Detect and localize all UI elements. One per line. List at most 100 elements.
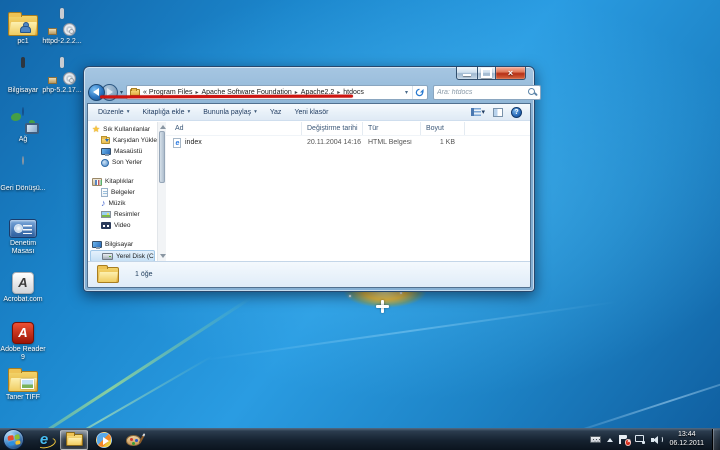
acrobat-icon — [12, 272, 34, 294]
sidebar-item-downloads[interactable]: Karşıdan Yüklem — [90, 135, 157, 146]
installer-icon — [48, 59, 76, 85]
scroll-down-icon[interactable] — [160, 254, 166, 258]
minimize-button[interactable] — [456, 67, 478, 80]
navigation-pane: ★ Sık Kullanılanlar Karşıdan Yüklem Masa… — [88, 122, 157, 261]
taskbar-paint-button[interactable] — [120, 430, 148, 450]
burn-button[interactable]: Yaz — [270, 109, 282, 116]
organize-button[interactable]: Düzenle▾ — [98, 109, 129, 116]
close-button[interactable]: × — [496, 67, 526, 80]
desktop-icon-httpd-installer[interactable]: httpd-2.2.2... — [39, 8, 85, 46]
column-header-name[interactable]: Ad — [166, 122, 302, 135]
clock-time: 13:44 — [669, 431, 704, 440]
item-count-label: 1 öğe — [135, 271, 153, 278]
mouse-cursor — [376, 300, 389, 313]
file-row-index[interactable]: index 20.11.2004 14:16 HTML Belgesi 1 KB — [166, 136, 530, 149]
folder-content: ★ Sık Kullanılanlar Karşıdan Yüklem Masa… — [88, 122, 530, 261]
network-icon — [8, 108, 38, 134]
taskbar-explorer-button[interactable] — [60, 430, 88, 450]
sidebar-item-pictures[interactable]: Resimler — [90, 209, 157, 220]
start-button[interactable] — [3, 429, 24, 450]
file-list: Ad Değiştirme tarihi Tür Boyut index 20.… — [166, 122, 530, 261]
recent-places-icon — [101, 159, 109, 167]
dropdown-caret-icon: ▾ — [254, 109, 257, 115]
hard-disk-icon — [102, 253, 113, 260]
sidebar-item-documents[interactable]: Belgeler — [90, 187, 157, 198]
internet-explorer-icon: e — [40, 433, 48, 447]
search-input[interactable] — [437, 89, 528, 96]
search-icon[interactable] — [528, 88, 537, 97]
paint-icon — [126, 433, 143, 446]
address-dropdown-icon[interactable]: ▾ — [405, 89, 408, 96]
column-header-type[interactable]: Tür — [363, 122, 421, 135]
preview-pane-button[interactable] — [493, 108, 503, 117]
sidebar-item-recent-places[interactable]: Son Yerler — [90, 157, 157, 168]
dropdown-caret-icon: ▾ — [481, 108, 485, 116]
music-note-icon: ♪ — [101, 199, 106, 208]
sidebar-group-libraries[interactable]: Kitaplıklar — [90, 176, 157, 187]
views-button[interactable]: ▾ — [471, 108, 485, 116]
computer-icon — [92, 241, 102, 248]
desktop-icon-control-panel[interactable]: Denetim Masası — [0, 210, 46, 256]
network-status-icon[interactable] — [635, 435, 645, 444]
desktop: pc1 httpd-2.2.2... Bilgisayar php-5.2.17… — [0, 0, 720, 450]
desktop-icon-adobe-reader[interactable]: Adobe Reader 9 — [0, 316, 46, 362]
sidebar-item-local-disk-c[interactable]: Yerel Disk (C:) — [90, 250, 155, 261]
media-player-icon — [96, 432, 112, 448]
refresh-icon — [415, 88, 424, 97]
desktop-icon-network[interactable]: Ağ — [0, 106, 46, 144]
sidebar-group-computer[interactable]: Bilgisayar — [90, 239, 157, 250]
volume-icon[interactable] — [651, 435, 663, 445]
search-box[interactable] — [433, 85, 541, 100]
html-file-icon — [173, 138, 181, 148]
libraries-icon — [92, 178, 102, 186]
navigation-bar: ▾ « Program Files ▸ Apache Software Foun… — [88, 82, 530, 102]
folder-icon — [97, 267, 119, 283]
documents-icon — [101, 188, 108, 197]
dropdown-caret-icon: ▾ — [127, 109, 130, 115]
show-desktop-button[interactable] — [712, 429, 720, 450]
column-header-size[interactable]: Boyut — [421, 122, 465, 135]
share-with-button[interactable]: Bununla paylaş▾ — [203, 109, 257, 116]
add-to-library-button[interactable]: Kitaplığa ekle▾ — [142, 109, 190, 116]
sidebar-scrollbar[interactable] — [157, 122, 166, 261]
new-folder-button[interactable]: Yeni klasör — [294, 109, 328, 116]
wallpaper-sparkle — [400, 292, 402, 294]
column-header-date-modified[interactable]: Değiştirme tarihi — [302, 122, 363, 135]
taskbar-clock[interactable]: 13:44 06.12.2011 — [669, 431, 704, 448]
sidebar-item-music[interactable]: ♪ Müzik — [90, 198, 157, 209]
details-pane: 1 öğe — [88, 261, 530, 287]
shared-folder-icon — [8, 15, 38, 36]
pictures-icon — [101, 211, 111, 218]
help-button[interactable]: ? — [511, 107, 522, 118]
action-center-flag-icon[interactable] — [619, 435, 629, 445]
photo-icon — [21, 379, 34, 389]
sidebar-item-video[interactable]: Video — [90, 220, 157, 231]
control-panel-icon — [9, 219, 37, 238]
video-icon — [101, 222, 111, 229]
windows-logo-icon — [7, 434, 20, 446]
desktop-icon-php-installer[interactable]: php-5.2.17... — [39, 57, 85, 95]
desktop-icon-taner-tiff[interactable]: Taner TIFF — [0, 364, 46, 402]
dropdown-caret-icon: ▾ — [187, 109, 190, 115]
sidebar-item-desktop[interactable]: Masaüstü — [90, 146, 157, 157]
recycle-bin-icon — [12, 157, 34, 183]
desktop-icon — [101, 148, 111, 155]
installer-icon — [48, 10, 76, 36]
taskbar: e 13:44 06.12.2011 — [0, 428, 720, 450]
views-icon — [471, 108, 481, 116]
refresh-button[interactable] — [412, 86, 425, 99]
sidebar-group-favorites[interactable]: ★ Sık Kullanılanlar — [90, 124, 157, 135]
caption-buttons: × — [456, 67, 526, 80]
scroll-up-icon[interactable] — [160, 125, 166, 129]
desktop-icon-acrobat[interactable]: Acrobat.com — [0, 266, 46, 304]
taskbar-internet-explorer-button[interactable]: e — [30, 430, 58, 450]
show-hidden-icons-button[interactable] — [607, 438, 613, 442]
image-folder-icon — [8, 371, 38, 392]
downloads-folder-icon — [101, 137, 110, 144]
taskbar-media-player-button[interactable] — [90, 430, 118, 450]
scrollbar-thumb[interactable] — [159, 131, 165, 183]
desktop-icon-recycle-bin[interactable]: Geri Dönüşü... — [0, 155, 46, 193]
maximize-button[interactable] — [478, 67, 496, 80]
command-toolbar: Düzenle▾ Kitaplığa ekle▾ Bununla paylaş▾… — [88, 104, 530, 121]
language-keyboard-icon[interactable] — [590, 436, 601, 443]
